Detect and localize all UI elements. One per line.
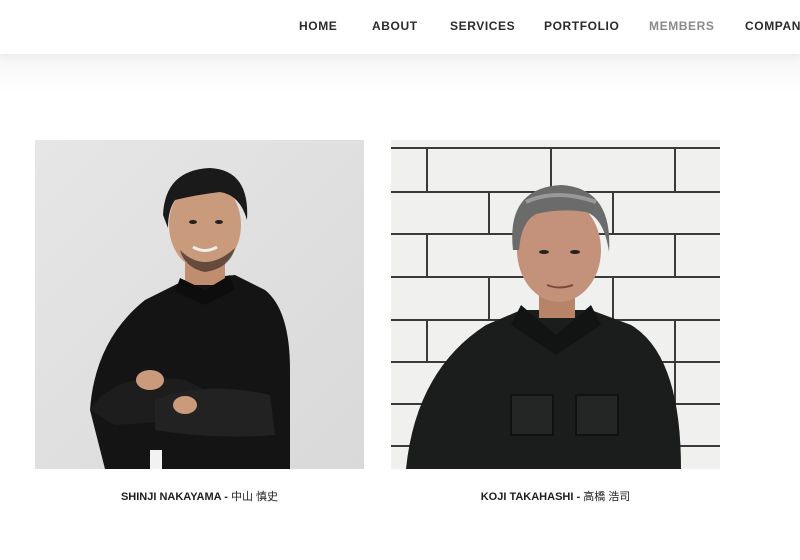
name-separator: - — [221, 491, 231, 503]
nav-services-link[interactable]: SERVICES — [450, 19, 515, 33]
nav-company-link[interactable]: COMPANY — [745, 19, 800, 33]
nav-home-link[interactable]: HOME — [299, 19, 337, 33]
member-card: SHINJI NAKAYAMA - 中山 慎史 — [35, 140, 364, 504]
member-name-jp: 高橋 浩司 — [583, 491, 631, 503]
header-shadow — [0, 54, 800, 94]
name-separator: - — [573, 491, 584, 503]
member-card: KOJI TAKAHASHI - 高橋 浩司 — [391, 140, 720, 504]
nav-members-link[interactable]: MEMBERS — [649, 19, 715, 33]
member-name-jp: 中山 慎史 — [230, 491, 279, 503]
member-name-caption: SHINJI NAKAYAMA - 中山 慎史 — [35, 488, 364, 504]
member-name: KOJI TAKAHASHI — [480, 491, 574, 503]
main-nav: HOME ABOUT SERVICES PORTFOLIO MEMBERS CO… — [0, 0, 800, 54]
member-photo — [391, 140, 720, 469]
nav-about-link[interactable]: ABOUT — [372, 19, 418, 33]
portrait-photo — [391, 140, 720, 469]
member-photo — [35, 140, 364, 469]
site-header: HOME ABOUT SERVICES PORTFOLIO MEMBERS CO… — [0, 0, 800, 54]
portrait-photo — [35, 140, 364, 469]
member-name-caption: KOJI TAKAHASHI - 高橋 浩司 — [391, 488, 720, 504]
member-name: SHINJI NAKAYAMA — [120, 491, 222, 503]
nav-portfolio-link[interactable]: PORTFOLIO — [544, 19, 619, 33]
